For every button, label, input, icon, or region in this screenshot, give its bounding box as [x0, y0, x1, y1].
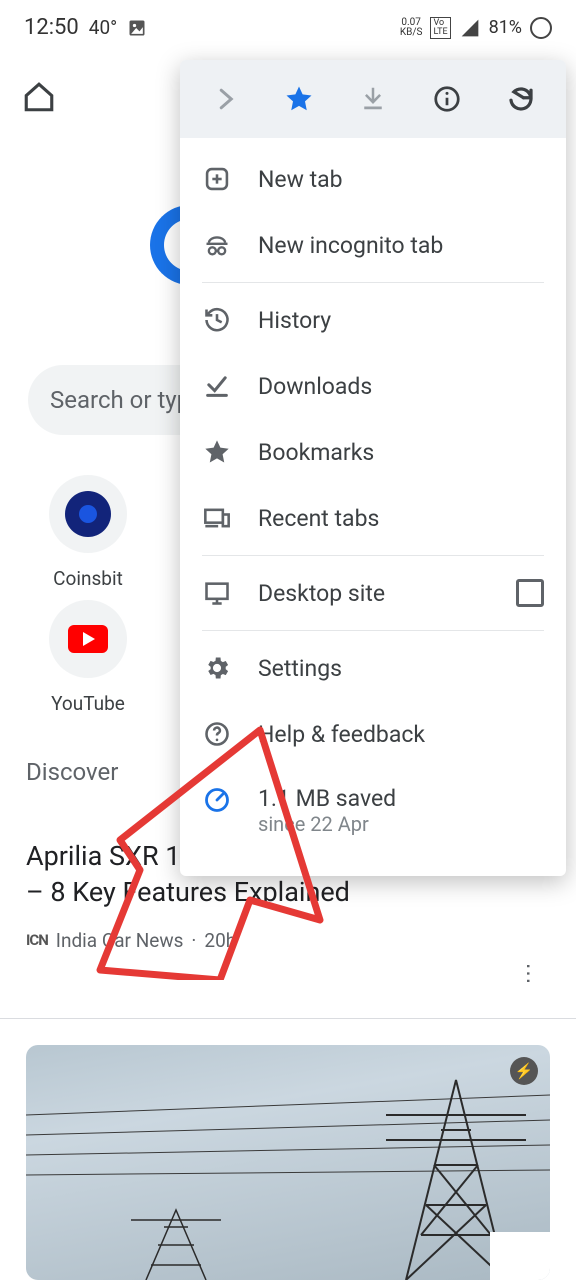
gear-icon [202, 653, 232, 683]
volte-badge: VoLTE [430, 17, 450, 39]
signal-icon [459, 18, 481, 38]
desktop-site-checkbox[interactable] [516, 579, 544, 607]
monitor-icon [202, 578, 232, 608]
menu-bookmarks[interactable]: Bookmarks [180, 419, 566, 485]
menu-toolbar [180, 60, 566, 138]
clock: 12:50 [24, 15, 79, 40]
amp-bolt-icon: ⚡ [510, 1057, 538, 1085]
menu-incognito[interactable]: New incognito tab [180, 212, 566, 278]
discover-heading: Discover [26, 758, 118, 786]
pylon-image [26, 1045, 550, 1280]
menu-new-tab[interactable]: New tab [180, 146, 566, 212]
refresh-icon[interactable] [506, 84, 536, 114]
article-image-card[interactable]: ⚡ [26, 1045, 550, 1280]
menu-history[interactable]: History [180, 287, 566, 353]
download-icon[interactable] [358, 84, 388, 114]
youtube-icon [68, 625, 108, 653]
menu-recent-tabs[interactable]: Recent tabs [180, 485, 566, 551]
overflow-menu: New tab New incognito tab History Downlo… [180, 60, 566, 876]
article-meta: ICN India Car News · 20h [26, 929, 546, 952]
bookmark-star-icon[interactable] [284, 84, 314, 114]
help-icon [202, 719, 232, 749]
info-icon[interactable] [432, 84, 462, 114]
status-bar: 12:50 40° 0.07 KB/S VoLTE 81% [0, 0, 576, 55]
battery-ring-icon [530, 17, 552, 39]
temperature: 40° [89, 16, 117, 39]
menu-separator [202, 555, 544, 556]
menu-data-saved[interactable]: 1.1 MB saved since 22 Apr [180, 767, 566, 854]
source-icon: ICN [26, 931, 48, 949]
history-icon [202, 305, 232, 335]
menu-separator [202, 630, 544, 631]
battery-percent: 81% [489, 17, 522, 38]
tile-youtube[interactable]: YouTube [28, 600, 148, 715]
devices-icon [202, 503, 232, 533]
divider [0, 1018, 576, 1019]
menu-separator [202, 282, 544, 283]
coinsbit-icon [65, 491, 111, 537]
home-icon[interactable] [22, 80, 56, 114]
shortcut-tiles: Coinsbit YouTube [28, 475, 148, 715]
speedometer-icon [202, 785, 232, 815]
menu-desktop-site[interactable]: Desktop site [180, 560, 566, 626]
menu-help[interactable]: Help & feedback [180, 701, 566, 767]
white-patch [490, 1232, 550, 1280]
menu-settings[interactable]: Settings [180, 635, 566, 701]
article-more-icon[interactable]: ⋯ [516, 963, 541, 987]
incognito-icon [202, 230, 232, 260]
plus-square-icon [202, 164, 232, 194]
menu-downloads[interactable]: Downloads [180, 353, 566, 419]
image-icon [127, 18, 147, 38]
forward-icon[interactable] [210, 84, 240, 114]
star-icon [202, 437, 232, 467]
check-underline-icon [202, 371, 232, 401]
data-rate: 0.07 KB/S [400, 18, 423, 38]
